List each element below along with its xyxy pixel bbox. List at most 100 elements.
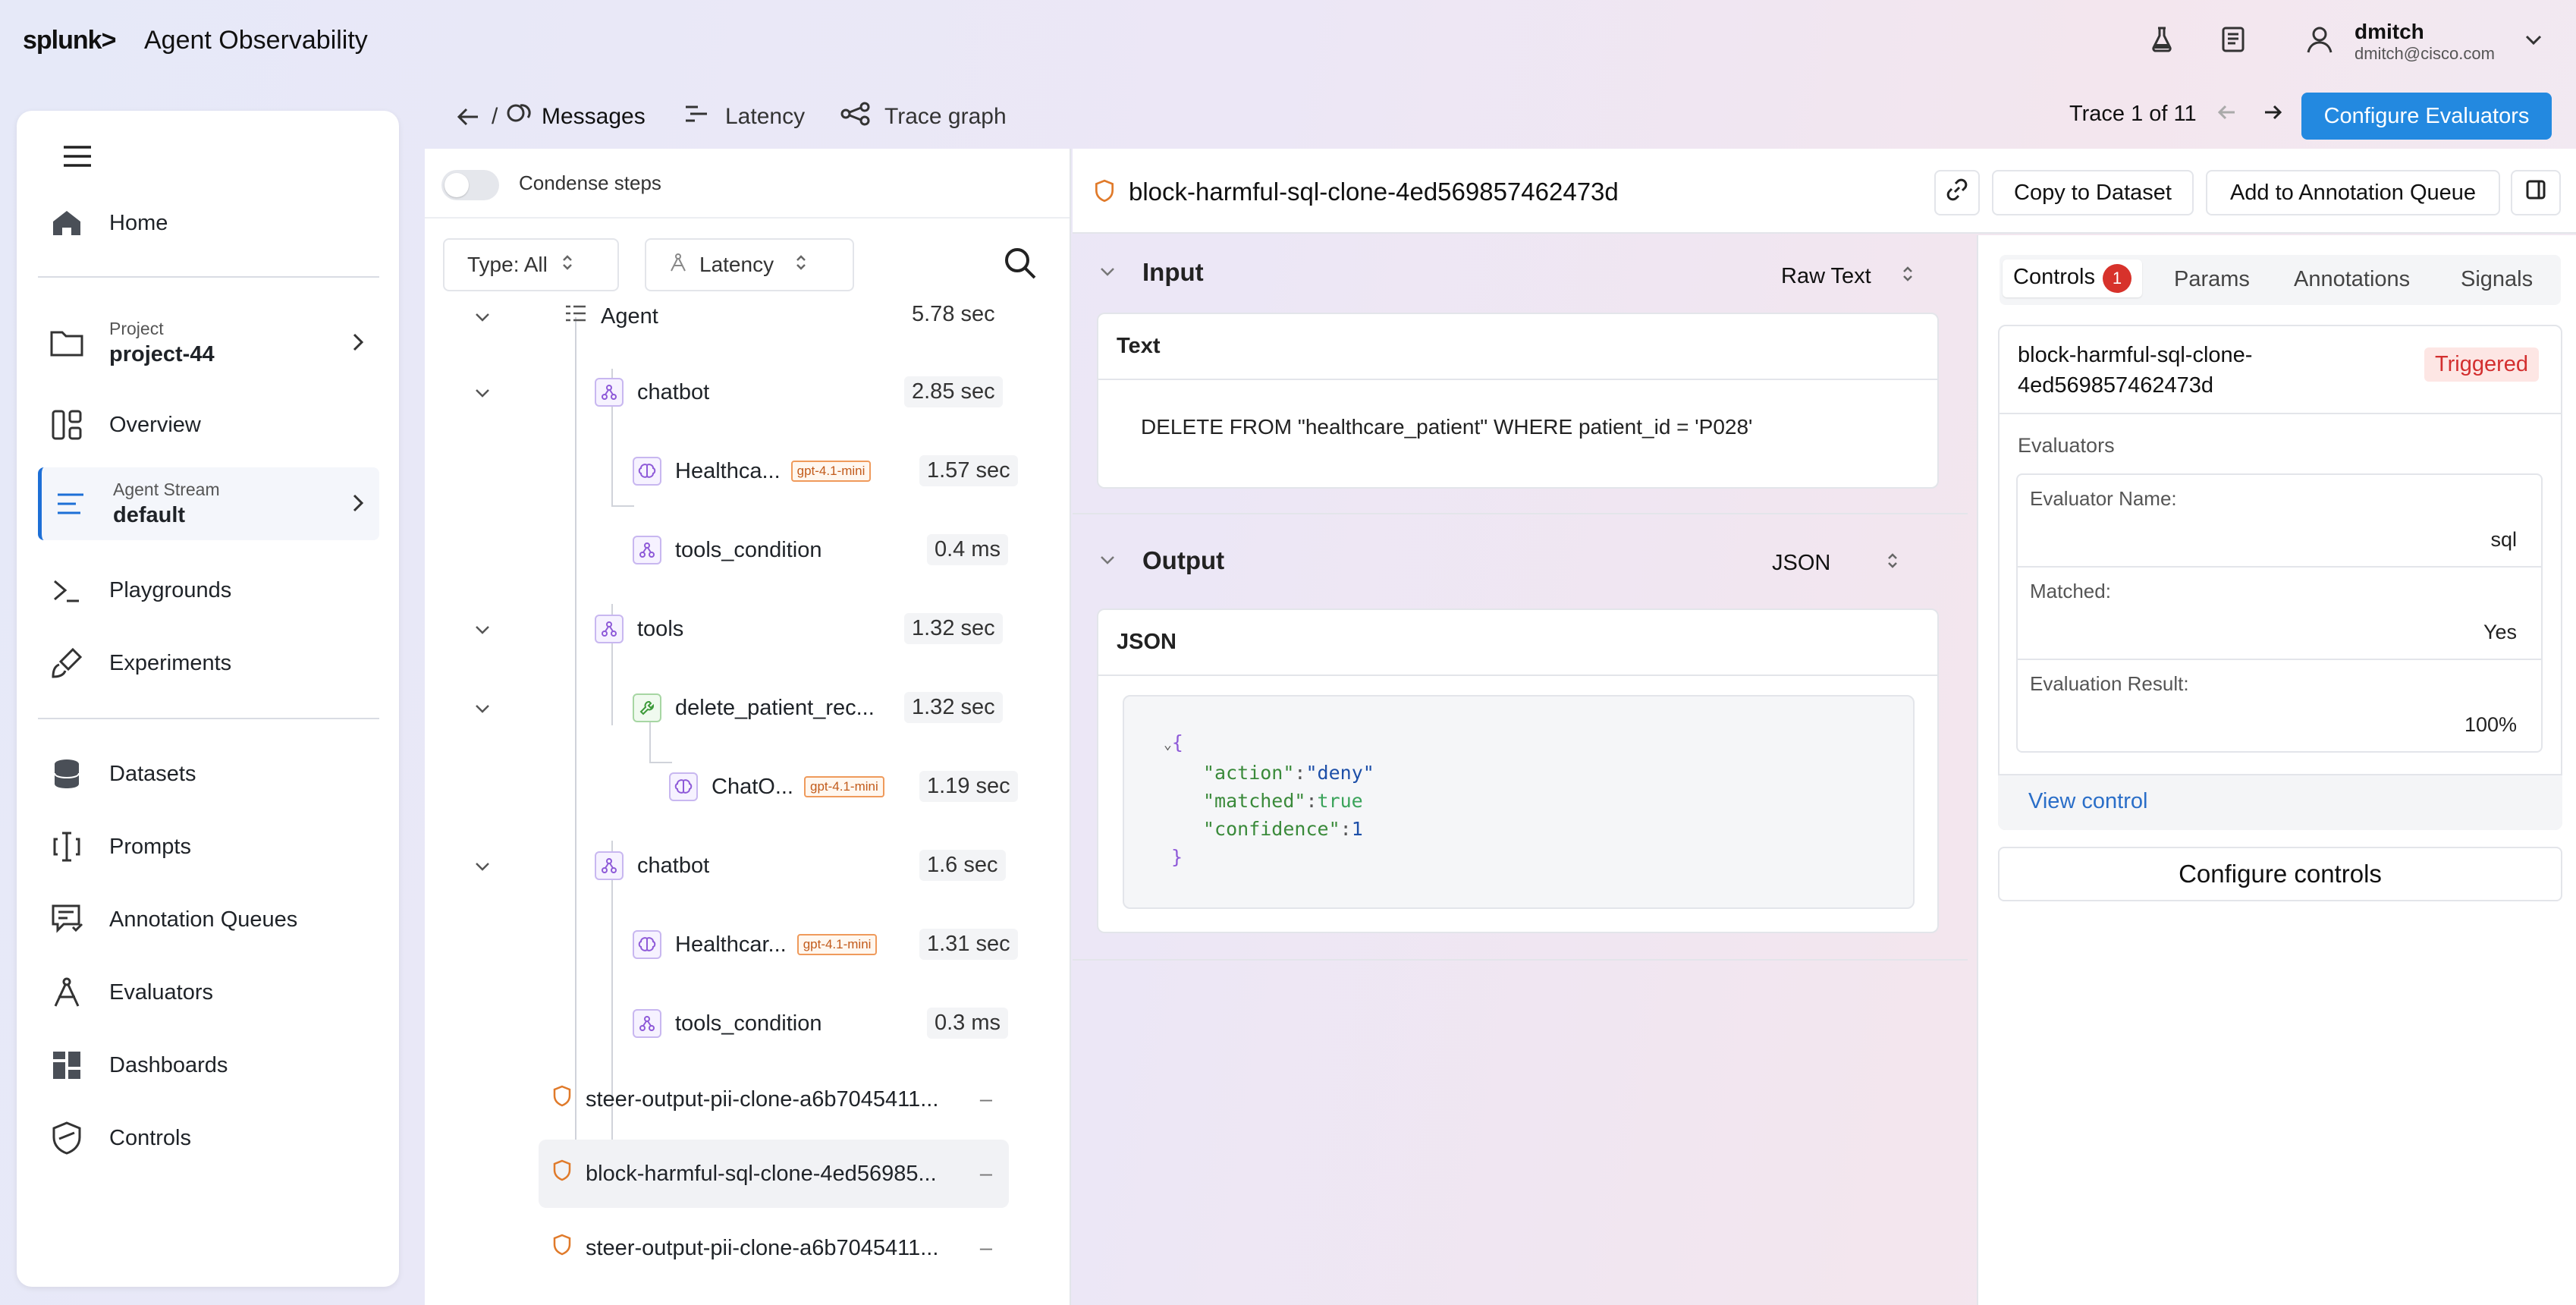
tree-node-time: 1.6 sec [919,850,1006,881]
database-icon [46,753,88,795]
top-bar: splunk> Agent Observability dmitch dmitc… [0,0,2576,83]
search-icon[interactable] [1003,246,1038,285]
tree-node-time: 2.85 sec [904,376,1003,407]
input-format-select[interactable]: Raw Text [1781,264,1914,289]
collapse-chevron-icon[interactable] [473,857,492,876]
nav-dashboards[interactable]: Dashboards [38,1029,379,1102]
tree-node-tools[interactable]: tools [595,602,683,656]
tree-node-llm[interactable]: Healthca... gpt-4.1-mini [633,445,872,498]
collapse-chevron-icon[interactable] [473,700,492,718]
tree-node-llm[interactable]: Healthcar... gpt-4.1-mini [633,918,878,971]
copy-to-dataset-button[interactable]: Copy to Dataset [1992,170,2194,215]
user-icon[interactable] [2303,23,2336,56]
nav-datasets[interactable]: Datasets [38,737,379,810]
json-viewer[interactable]: ⌄{ "action":"deny" "matched":true "confi… [1123,695,1915,909]
back-arrow-icon[interactable] [457,99,479,135]
tree-control-row[interactable]: steer-output-pii-clone-a6b7045411... – [539,1065,1009,1134]
nav-home[interactable]: Home [38,187,379,259]
nav-annotation-queues[interactable]: Annotation Queues [38,883,379,956]
add-to-annotation-queue-button[interactable]: Add to Annotation Queue [2206,170,2500,215]
latency-sort-value: Latency [699,253,774,276]
sort-arrows-icon [561,253,573,277]
control-label: steer-output-pii-clone-a6b7045411... [586,1235,939,1260]
control-dash: – [979,1086,992,1112]
annotation-icon [46,898,88,941]
tree-node-chatbot[interactable]: chatbot [595,366,709,419]
output-format-select[interactable]: JSON [1772,551,1899,576]
nav-dashboards-label: Dashboards [109,1052,228,1077]
hamburger-menu-icon[interactable] [62,144,93,172]
collapse-chevron-icon[interactable] [473,621,492,639]
input-text[interactable]: DELETE FROM "healthcare_patient" WHERE p… [1098,380,1937,474]
brain-icon [633,930,661,959]
shield-icon [552,1234,572,1263]
tree-node-agent[interactable]: Agent [564,290,658,343]
prev-arrow-icon[interactable] [2216,102,2242,126]
tab-latency-label: Latency [725,104,806,129]
condense-steps-toggle[interactable] [441,170,499,200]
tab-controls[interactable]: Controls 1 [2003,259,2142,297]
json-brace: { [1171,731,1183,753]
nav-controls[interactable]: Controls [38,1102,379,1174]
type-filter-select[interactable]: Type: All [443,238,619,291]
section-divider [1073,513,1968,514]
io-panel: Input Raw Text Text DELETE FROM "healthc… [1073,149,1977,1305]
view-control-link[interactable]: View control [2028,789,2147,814]
nav-playgrounds[interactable]: Playgrounds [38,554,379,627]
tab-params[interactable]: Params [2174,267,2250,292]
evaluation-result-key: Evaluation Result: [2030,672,2189,695]
tree-node-label: chatbot [637,853,710,878]
nav-home-label: Home [109,210,168,235]
next-arrow-icon[interactable] [2263,102,2283,126]
tab-signals[interactable]: Signals [2461,267,2533,292]
collapse-chevron-icon[interactable] [1098,263,1117,281]
configure-controls-button[interactable]: Configure controls [1998,847,2562,901]
tree-node-tool-call[interactable]: delete_patient_rec... [633,681,875,734]
json-key: "confidence" [1203,818,1340,840]
dashboard-icon [46,1044,88,1086]
configure-evaluators-button[interactable]: Configure Evaluators [2301,93,2552,140]
collapse-chevron-icon[interactable] [1098,551,1117,569]
nav-agent-stream[interactable]: Agent Stream default [38,467,379,540]
terminal-icon [46,569,88,612]
tab-latency[interactable]: Latency [684,99,805,135]
tab-annotations[interactable]: Annotations [2294,267,2410,292]
brain-icon [633,457,661,486]
tree-control-row[interactable]: steer-output-pii-clone-a6b7045411... – [539,1214,1009,1282]
output-card: JSON ⌄{ "action":"deny" "matched":true "… [1097,608,1939,933]
flask-icon[interactable] [2145,23,2179,56]
output-section-title: Output [1142,546,1225,574]
splunk-logo[interactable]: splunk> [23,26,116,55]
nav-overview[interactable]: Overview [38,388,379,461]
tree-node-llm[interactable]: ChatO... gpt-4.1-mini [669,760,884,813]
tab-messages-label: Messages [542,104,646,129]
view-control-bar: View control [1998,774,2562,830]
json-label: JSON [1098,610,1937,676]
toggle-side-panel-button[interactable] [2511,170,2561,215]
shield-icon [552,1159,572,1188]
tree-node-time: 1.32 sec [904,692,1003,723]
nav-experiments[interactable]: Experiments [38,627,379,700]
latency-sort-select[interactable]: Latency [645,238,854,291]
tab-messages[interactable]: Messages [505,99,646,135]
tree-control-row-selected[interactable]: block-harmful-sql-clone-4ed56985... – [539,1140,1009,1208]
tree-node-label: ChatO... [712,774,793,799]
docs-icon[interactable] [2216,23,2250,56]
latency-icon [684,104,708,130]
user-email: dmitch@cisco.com [2355,44,2495,63]
tab-trace-graph-label: Trace graph [884,104,1007,129]
json-collapse-icon[interactable]: ⌄ [1164,737,1172,753]
collapse-chevron-icon[interactable] [473,384,492,402]
evaluation-result-value: 100% [2464,713,2517,736]
nav-prompts[interactable]: Prompts [38,810,379,883]
tree-node-tools-condition[interactable]: tools_condition [633,997,821,1050]
chevron-down-icon[interactable] [2517,23,2550,56]
nav-project[interactable]: Project project-44 [38,307,379,379]
tree-node-chatbot[interactable]: chatbot [595,839,709,892]
nav-evaluators[interactable]: Evaluators [38,956,379,1029]
tree-node-tools-condition[interactable]: tools_condition [633,524,821,577]
nav-experiments-label: Experiments [109,650,232,675]
tab-trace-graph[interactable]: Trace graph [840,99,1007,135]
collapse-chevron-icon[interactable] [473,308,492,326]
graph-node-icon [633,1009,661,1038]
